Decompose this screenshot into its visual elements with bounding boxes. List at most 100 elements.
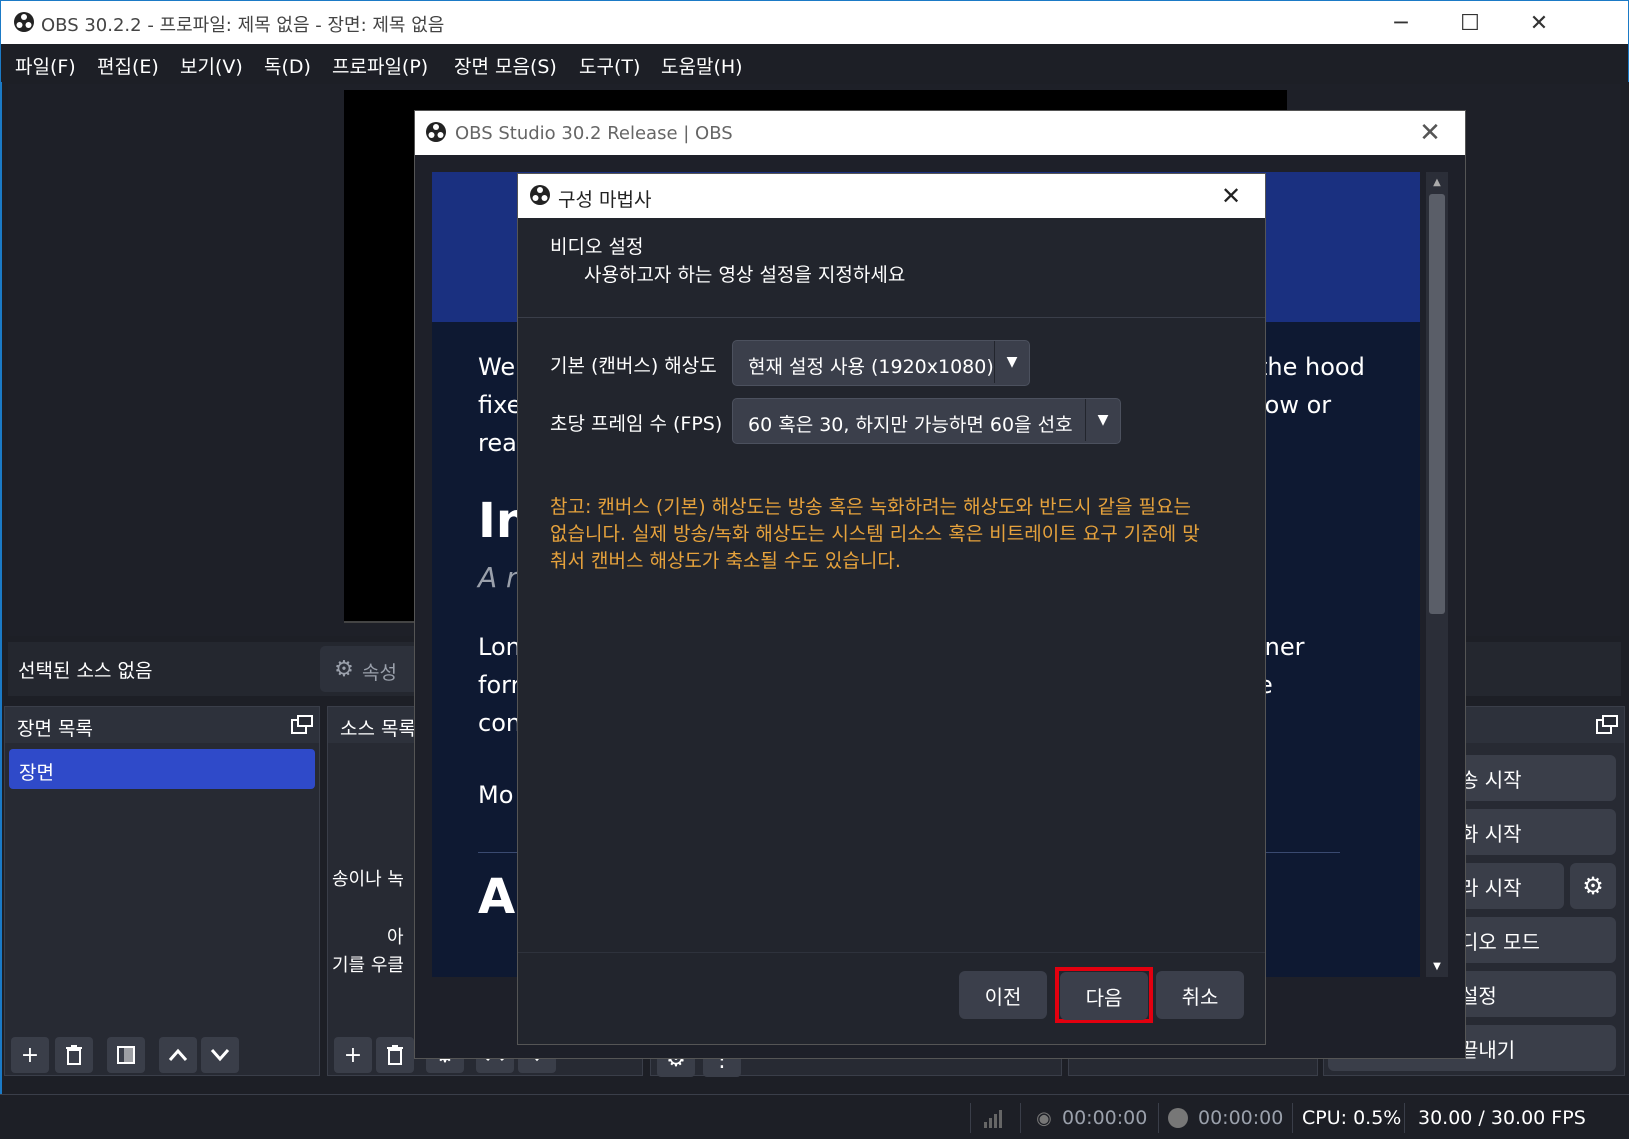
gear-icon: ⚙ xyxy=(334,656,354,682)
canvas-resolution-label: 기본 (캔버스) 해상도 xyxy=(550,355,717,377)
wizard-page-title: 비디오 설정 xyxy=(550,236,644,258)
stream-time: 00:00:00 xyxy=(1062,1107,1148,1129)
minimize-button[interactable]: ─ xyxy=(1366,1,1436,45)
start-virtual-camera-label: 라 시작 xyxy=(1460,875,1522,900)
scene-item-label: 장면 xyxy=(19,762,54,784)
scenes-dock: 장면 목록 장면 + xyxy=(4,706,320,1076)
scene-filter-button[interactable] xyxy=(107,1037,145,1073)
obs-logo-icon xyxy=(13,11,35,33)
wizard-header: 비디오 설정 사용하고자 하는 영상 설정을 지정하세요 xyxy=(518,218,1265,318)
menu-docks[interactable]: 독(D) xyxy=(264,52,311,79)
status-separator xyxy=(1404,1103,1405,1133)
scrollbar-thumb[interactable] xyxy=(1429,194,1445,614)
content-fragment: forr xyxy=(478,671,521,699)
sources-hint-2: 아 xyxy=(387,927,404,948)
record-time: 00:00:00 xyxy=(1198,1107,1284,1129)
wizard-page-subtitle: 사용하고자 하는 영상 설정을 지정하세요 xyxy=(584,264,906,286)
wizard-title: 구성 마법사 xyxy=(558,189,652,211)
trash-icon xyxy=(66,1045,82,1065)
properties-label: 속성 xyxy=(362,662,397,684)
status-separator xyxy=(1158,1103,1159,1133)
content-heading: A xyxy=(478,869,516,925)
obs-logo-icon xyxy=(529,184,551,206)
obs-logo-icon xyxy=(425,121,447,143)
content-fragment: the hood xyxy=(1258,353,1365,381)
menu-edit[interactable]: 편집(E) xyxy=(97,52,159,79)
whats-new-scrollbar[interactable]: ▲ ▼ xyxy=(1426,172,1448,977)
no-source-label: 선택된 소스 없음 xyxy=(18,660,153,682)
content-fragment: Lon xyxy=(478,633,521,661)
content-fragment: fixe xyxy=(478,391,522,419)
fps-select[interactable]: 60 혹은 30, 하지만 가능하면 60을 선호 ▼ xyxy=(732,398,1121,444)
add-scene-button[interactable]: + xyxy=(11,1037,49,1073)
resolution-note: 참고: 캔버스 (기본) 해상도는 방송 혹은 녹화하려는 해상도와 반드시 같… xyxy=(550,496,1200,572)
remove-source-button[interactable] xyxy=(376,1037,414,1073)
scroll-up-icon[interactable]: ▲ xyxy=(1426,174,1448,190)
maximize-button[interactable]: ☐ xyxy=(1435,1,1505,45)
signal-icon xyxy=(982,1107,1006,1129)
recording-icon xyxy=(1168,1108,1188,1128)
virtual-camera-settings-button[interactable]: ⚙ xyxy=(1570,863,1616,909)
scene-up-button[interactable] xyxy=(159,1037,197,1073)
streaming-icon: ◉ xyxy=(1036,1107,1052,1129)
add-source-button[interactable]: + xyxy=(334,1037,372,1073)
close-icon[interactable]: ✕ xyxy=(1415,118,1445,148)
wizard-titlebar: 구성 마법사 ✕ xyxy=(518,174,1265,218)
window-titlebar: OBS 30.2.2 - 프로파일: 제목 없음 - 장면: 제목 없음 ─ ☐… xyxy=(0,0,1629,44)
content-fragment: low or xyxy=(1258,391,1332,419)
start-streaming-label: 송 시작 xyxy=(1460,767,1522,792)
status-separator xyxy=(970,1103,971,1133)
chevron-down-icon: ▼ xyxy=(994,341,1029,383)
menu-help[interactable]: 도움말(H) xyxy=(661,52,743,79)
exit-label: 끝내기 xyxy=(1460,1037,1516,1062)
studio-mode-label: 디오 모드 xyxy=(1460,929,1540,954)
canvas-resolution-value: 현재 설정 사용 (1920x1080) xyxy=(748,356,994,378)
fps-readout: 30.00 / 30.00 FPS xyxy=(1418,1107,1586,1129)
close-button[interactable]: ✕ xyxy=(1504,1,1574,45)
close-icon[interactable]: ✕ xyxy=(1216,182,1246,210)
canvas-resolution-select[interactable]: 현재 설정 사용 (1920x1080) ▼ xyxy=(732,340,1030,386)
fps-label: 초당 프레임 수 (FPS) xyxy=(550,413,723,435)
sources-hint-1: 송이나 녹 xyxy=(332,869,404,890)
filter-icon xyxy=(117,1046,135,1064)
undock-icon[interactable] xyxy=(1596,715,1618,735)
menu-bar: 파일(F) 편집(E) 보기(V) 독(D) 프로파일(P) 장면 모음(S) … xyxy=(0,44,1629,82)
cpu-usage: CPU: 0.5% xyxy=(1302,1107,1402,1129)
auto-config-wizard: 구성 마법사 ✕ 비디오 설정 사용하고자 하는 영상 설정을 지정하세요 기본… xyxy=(517,173,1266,1045)
menu-tools[interactable]: 도구(T) xyxy=(579,52,640,79)
status-bar: ◉ 00:00:00 00:00:00 CPU: 0.5% 30.00 / 30… xyxy=(0,1094,1629,1139)
trash-icon xyxy=(387,1045,403,1065)
menu-file[interactable]: 파일(F) xyxy=(15,52,76,79)
content-fragment: Mo xyxy=(478,781,514,809)
back-button[interactable]: 이전 xyxy=(959,971,1047,1019)
scenes-dock-title: 장면 목록 xyxy=(17,718,93,740)
scene-down-button[interactable] xyxy=(201,1037,239,1073)
fps-value: 60 혹은 30, 하지만 가능하면 60을 선호 xyxy=(748,414,1073,436)
remove-scene-button[interactable] xyxy=(55,1037,93,1073)
window-border xyxy=(0,44,2,1139)
window-title: OBS 30.2.2 - 프로파일: 제목 없음 - 장면: 제목 없음 xyxy=(41,15,445,36)
scene-item[interactable]: 장면 xyxy=(9,749,315,789)
scroll-down-icon[interactable]: ▼ xyxy=(1426,958,1448,974)
menu-view[interactable]: 보기(V) xyxy=(180,52,243,79)
content-fragment: con xyxy=(478,709,522,737)
next-button[interactable]: 다음 xyxy=(1060,972,1148,1020)
sources-dock-title: 소스 목록 xyxy=(340,718,416,740)
cancel-button[interactable]: 취소 xyxy=(1156,971,1244,1019)
chevron-down-icon: ▼ xyxy=(1085,399,1120,441)
content-fragment: rea xyxy=(478,429,517,457)
content-fragment: Wel xyxy=(478,353,522,381)
undock-icon[interactable] xyxy=(291,715,313,735)
menu-profile[interactable]: 프로파일(P) xyxy=(332,52,428,79)
scenes-dock-header: 장면 목록 xyxy=(5,707,319,743)
wizard-footer: 이전 다음 취소 xyxy=(518,952,1265,1044)
sources-hint-3: 기를 우클 xyxy=(332,955,404,976)
content-subheading: A r xyxy=(478,561,518,594)
status-separator xyxy=(1020,1103,1021,1133)
chevron-up-icon xyxy=(168,1048,188,1061)
whats-new-title: OBS Studio 30.2 Release | OBS xyxy=(455,123,733,144)
start-recording-label: 화 시작 xyxy=(1460,821,1522,846)
menu-scene-collection[interactable]: 장면 모음(S) xyxy=(454,52,557,79)
status-separator xyxy=(1292,1103,1293,1133)
whats-new-titlebar: OBS Studio 30.2 Release | OBS ✕ xyxy=(415,111,1465,155)
